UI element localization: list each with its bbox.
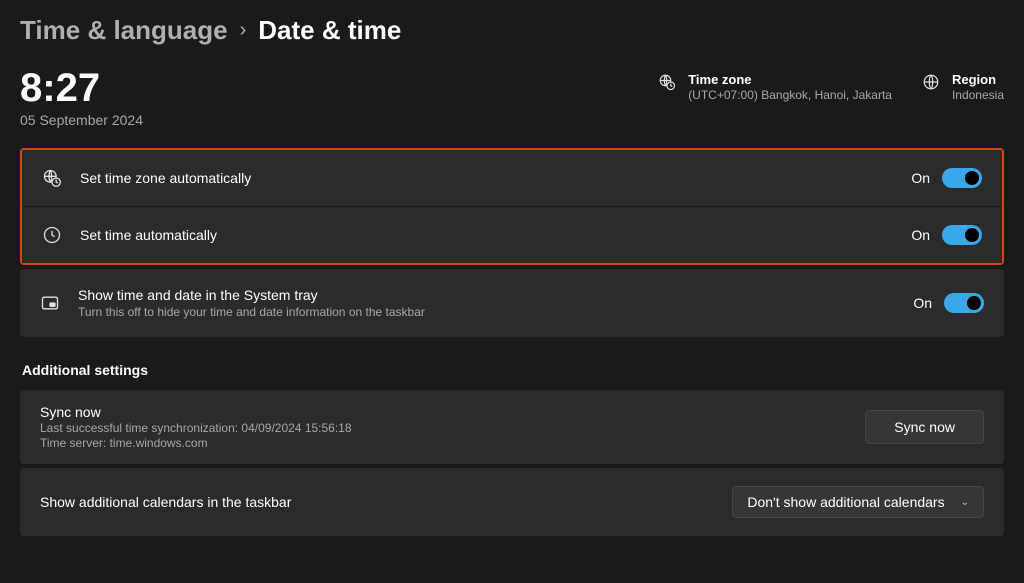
sync-now-button[interactable]: Sync now (865, 410, 984, 444)
clock-icon (42, 225, 62, 245)
sync-row: Sync now Last successful time synchroniz… (20, 390, 1004, 464)
clock-time: 8:27 (20, 66, 143, 110)
clock-date: 05 September 2024 (20, 112, 143, 128)
toggle-state: On (911, 227, 930, 243)
toggle-knob (965, 228, 979, 242)
highlighted-settings: Set time zone automatically On Set time … (20, 148, 1004, 265)
timezone-label: Time zone (688, 72, 892, 87)
calendars-selected: Don't show additional calendars (747, 494, 944, 510)
timezone-info[interactable]: Time zone (UTC+07:00) Bangkok, Hanoi, Ja… (658, 72, 892, 102)
toggle-state: On (913, 295, 932, 311)
setting-time-auto[interactable]: Set time automatically On (22, 207, 1002, 263)
chevron-right-icon: › (240, 19, 247, 42)
info-group: Time zone (UTC+07:00) Bangkok, Hanoi, Ja… (658, 66, 1004, 102)
toggle-tz-auto[interactable] (942, 168, 982, 188)
calendars-row: Show additional calendars in the taskbar… (20, 468, 1004, 536)
setting-title: Set time zone automatically (80, 170, 893, 186)
breadcrumb-parent[interactable]: Time & language (20, 15, 228, 46)
header-row: 8:27 05 September 2024 Time zone (UTC+07… (20, 66, 1004, 148)
region-value: Indonesia (952, 88, 1004, 102)
region-info[interactable]: Region Indonesia (922, 72, 1004, 102)
clock-block: 8:27 05 September 2024 (20, 66, 143, 128)
setting-show-tray[interactable]: Show time and date in the System tray Tu… (20, 269, 1004, 337)
calendars-dropdown[interactable]: Don't show additional calendars ⌄ (732, 486, 984, 518)
sync-server: Time server: time.windows.com (40, 436, 352, 450)
setting-tz-auto[interactable]: Set time zone automatically On (22, 150, 1002, 207)
toggle-knob (967, 296, 981, 310)
toggle-knob (965, 171, 979, 185)
region-label: Region (952, 72, 1004, 87)
timezone-value: (UTC+07:00) Bangkok, Hanoi, Jakarta (688, 88, 892, 102)
setting-title: Set time automatically (80, 227, 893, 243)
section-heading-additional: Additional settings (22, 362, 1004, 378)
chevron-down-icon: ⌄ (961, 497, 969, 508)
breadcrumb-current: Date & time (258, 15, 401, 46)
toggle-time-auto[interactable] (942, 225, 982, 245)
breadcrumb: Time & language › Date & time (20, 0, 1004, 66)
sync-last: Last successful time synchronization: 04… (40, 421, 352, 435)
globe-clock-icon (658, 73, 676, 91)
globe-clock-icon (42, 168, 62, 188)
setting-subtitle: Turn this off to hide your time and date… (78, 305, 895, 319)
setting-title: Show time and date in the System tray (78, 287, 895, 303)
system-tray-icon (40, 293, 60, 313)
toggle-show-tray[interactable] (944, 293, 984, 313)
calendars-label: Show additional calendars in the taskbar (40, 494, 291, 510)
globe-icon (922, 73, 940, 91)
sync-title: Sync now (40, 404, 352, 420)
toggle-state: On (911, 170, 930, 186)
